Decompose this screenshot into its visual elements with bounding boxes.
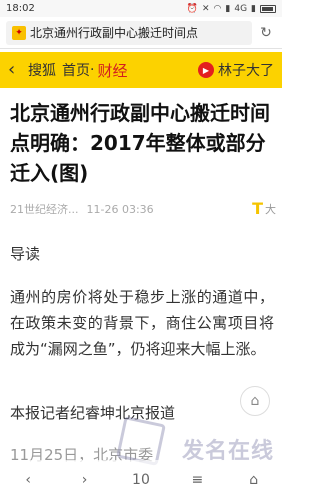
toolbar-home-icon[interactable]: ⌂: [239, 472, 269, 488]
url-text[interactable]: 北京通州行政副中心搬迁时间点: [30, 24, 246, 41]
signal-icon: ▮: [225, 3, 231, 14]
status-time: 18:02: [6, 3, 35, 14]
toolbar-back-icon[interactable]: ‹: [13, 472, 43, 488]
alarm-icon: ⏰: [186, 3, 198, 14]
lead-paragraph: 通州的房价将处于稳步上涨的通道中，在政策未变的背景下，商住公寓项目将成为“漏网之…: [10, 288, 274, 358]
font-size-label[interactable]: 大: [265, 201, 276, 217]
back-chevron-icon[interactable]: ‹: [8, 61, 22, 79]
nav-separator: ·: [90, 62, 95, 78]
browser-url-bar: ✦ 北京通州行政副中心搬迁时间点 ↻: [0, 17, 282, 49]
battery-icon: [260, 4, 276, 13]
signal-bars-icon: ▮: [251, 3, 256, 14]
browser-bottom-toolbar: ‹ › 10 ≡ ⌂: [0, 460, 282, 500]
article-title: 北京通州行政副中心搬迁时间点明确：2017年整体或部分迁入(图): [10, 101, 270, 185]
mute-icon: ✕: [201, 3, 210, 14]
nav-home-link[interactable]: 首页: [62, 60, 90, 80]
nav-channel-link[interactable]: 财经: [97, 60, 127, 81]
author-play-icon[interactable]: ▶: [198, 62, 214, 78]
home-icon[interactable]: ⌂: [240, 386, 270, 416]
network-type: 4G: [234, 3, 248, 14]
author-name[interactable]: 林子大了: [218, 60, 274, 80]
toolbar-page-count[interactable]: 10: [126, 472, 156, 488]
toolbar-forward-icon[interactable]: ›: [70, 472, 100, 488]
status-indicators: ⏰ ✕ ◠ ▮ 4G ▮: [187, 4, 276, 14]
toolbar-menu-icon[interactable]: ≡: [182, 472, 212, 488]
font-size-icon[interactable]: T: [252, 201, 263, 217]
article-source[interactable]: 21世纪经济...: [10, 201, 79, 217]
reporter-line: 本报记者纪睿坤北京报道: [10, 404, 176, 422]
site-favicon-icon: ✦: [12, 25, 26, 40]
lead-label: 导读: [10, 245, 41, 263]
article-date: 11-26 03:36: [86, 202, 154, 216]
nav-sohu-link[interactable]: 搜狐: [28, 60, 56, 80]
wifi-icon: ◠: [213, 3, 222, 14]
article-meta: 21世纪经济... 11-26 03:36 T 大: [10, 200, 276, 218]
url-field[interactable]: ✦ 北京通州行政副中心搬迁时间点: [6, 20, 252, 45]
sohu-nav-bar: ‹ 搜狐 首页 · 财经 ▶ 林子大了: [0, 52, 282, 88]
status-bar: 18:02 ⏰ ✕ ◠ ▮ 4G ▮: [0, 0, 282, 17]
refresh-icon[interactable]: ↻: [256, 23, 276, 43]
